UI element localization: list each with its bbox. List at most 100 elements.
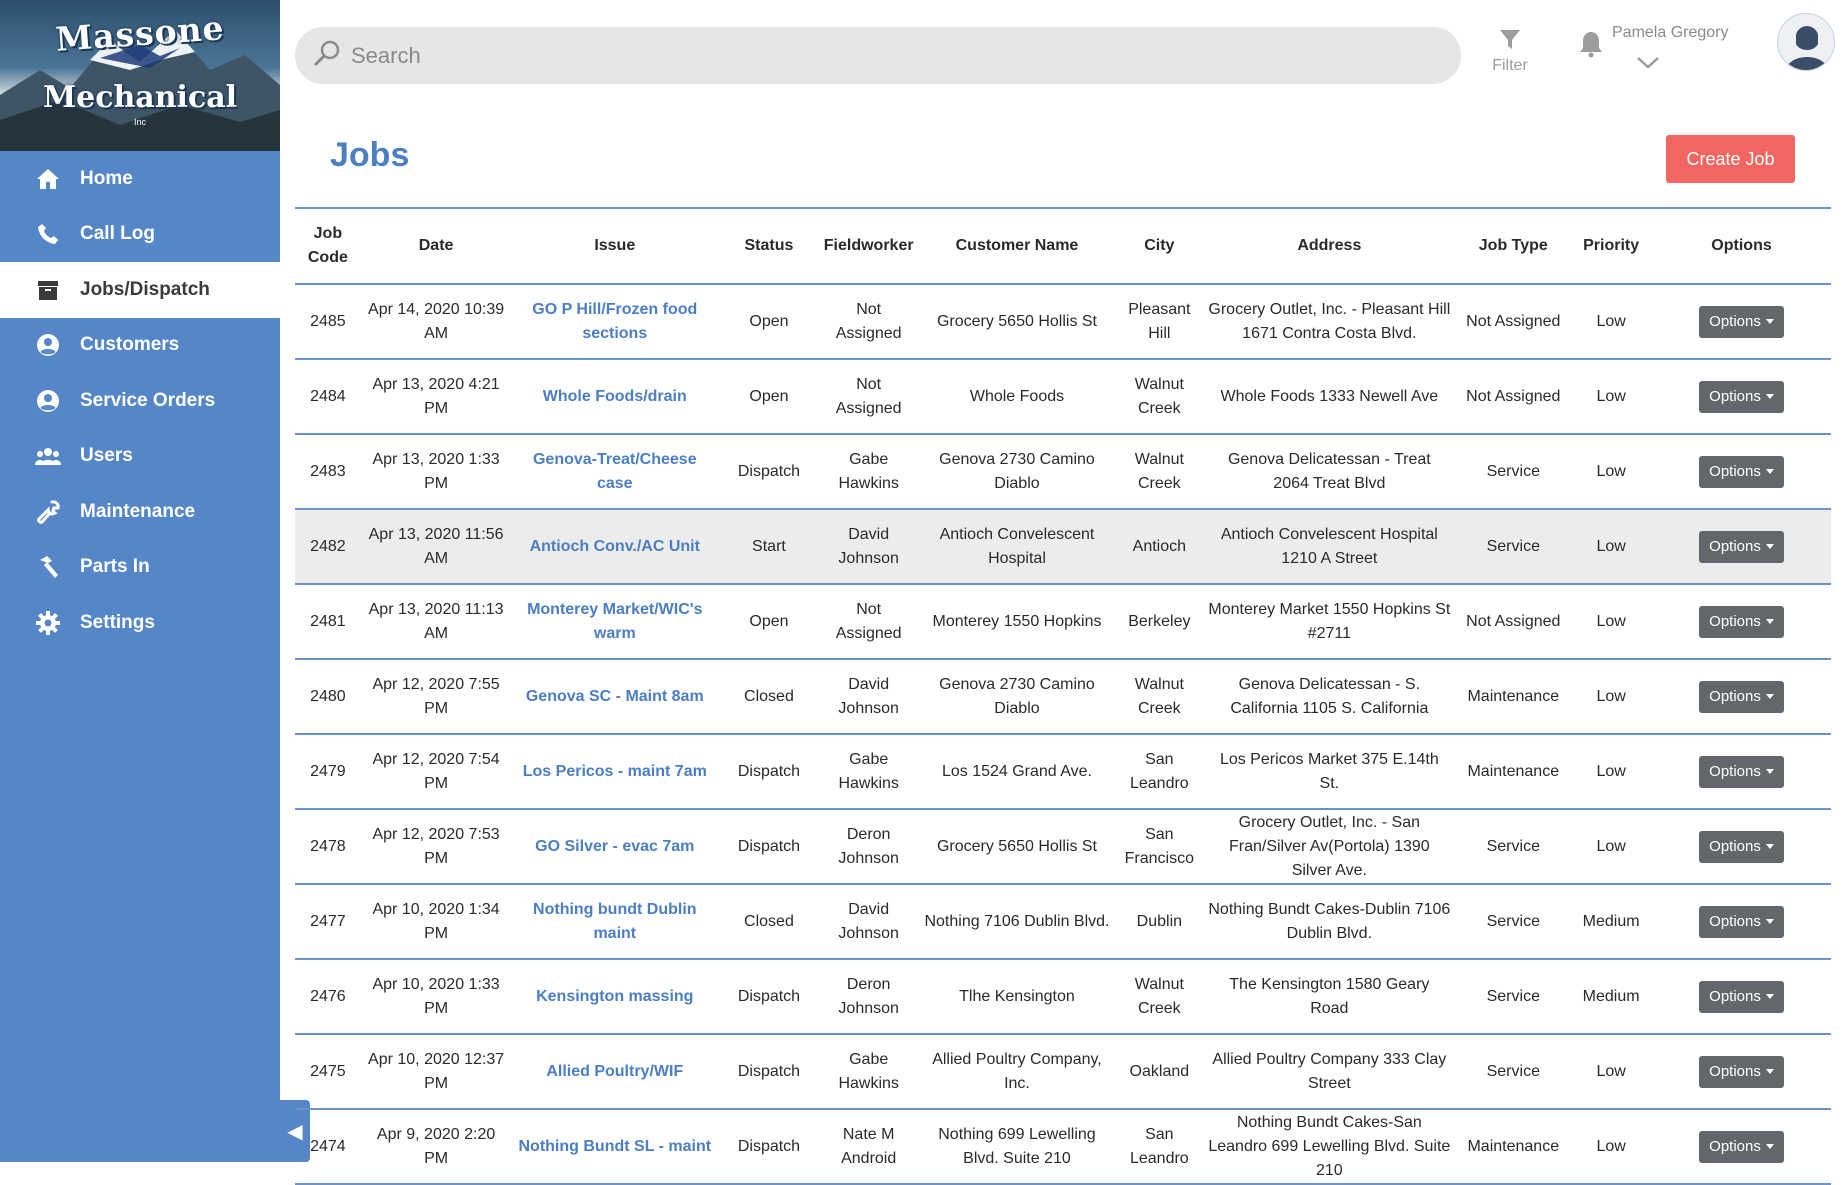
status-cell: Dispatch (718, 1034, 820, 1110)
table-row[interactable]: 2479 Apr 12, 2020 7:54 PM Los Pericos - ma… (295, 734, 1831, 810)
logo-text-main: Mechanical (42, 80, 238, 115)
priority-cell: Low (1570, 1109, 1653, 1185)
column-header-address[interactable]: Address (1202, 208, 1456, 284)
issue-link[interactable]: Kensington massing (511, 959, 719, 1035)
avatar[interactable] (1777, 13, 1835, 71)
options-dropdown-button[interactable]: Options (1699, 380, 1784, 413)
issue-link[interactable]: Genova-Treat/Cheese case (511, 434, 719, 510)
issue-link[interactable]: Nothing bundt Dublin maint (511, 884, 719, 960)
options-dropdown-button[interactable]: Options (1699, 755, 1784, 788)
column-header-priority[interactable]: Priority (1570, 208, 1652, 284)
options-cell: Options (1652, 959, 1831, 1035)
table-row[interactable]: 2478 Apr 12, 2020 7:53 PM GO Silver - evac… (295, 809, 1831, 885)
table-row[interactable]: 2480 Apr 12, 2020 7:55 PM Genova SC - Main… (295, 659, 1831, 735)
address-cell: Antioch Convelescent Hospital 1210 A Str… (1202, 509, 1457, 585)
gear-icon (34, 609, 62, 637)
column-header-date[interactable]: Date (361, 208, 512, 284)
sidebar-item-label: Jobs/Dispatch (80, 278, 210, 300)
options-dropdown-button[interactable]: Options (1699, 905, 1784, 938)
address-cell: The Kensington 1580 Geary Road (1202, 959, 1457, 1035)
filter-button[interactable]: Filter (1487, 28, 1533, 75)
column-header-status[interactable]: Status (718, 208, 820, 284)
table-row[interactable]: 2476 Apr 10, 2020 1:33 PM Kensington massi… (295, 959, 1831, 1035)
options-cell: Options (1652, 659, 1831, 735)
table-row[interactable]: 2477 Apr 10, 2020 1:34 PM Nothing bundt Du… (295, 884, 1831, 960)
customer-name-cell: Tlhe Kensington (917, 959, 1117, 1035)
options-label: Options (1709, 762, 1761, 780)
company-logo[interactable]: Massone Mechanical Inc (0, 0, 280, 151)
sidebar-item-service-orders[interactable]: Service Orders (0, 373, 280, 429)
date-cell: Apr 12, 2020 7:53 PM (360, 809, 512, 885)
table-row[interactable]: 2482 Apr 13, 2020 11:56 AM Antioch Conv./A… (295, 509, 1831, 585)
column-header-job-type[interactable]: Job Type (1456, 208, 1570, 284)
options-dropdown-button[interactable]: Options (1699, 530, 1784, 563)
status-cell: Dispatch (718, 959, 820, 1035)
priority-cell: Low (1570, 584, 1653, 660)
sidebar-item-users[interactable]: Users (0, 429, 280, 485)
fieldworker-cell: David Johnson (819, 884, 918, 960)
issue-link[interactable]: Whole Foods/drain (511, 359, 719, 435)
job-type-cell: Service (1456, 509, 1571, 585)
issue-link[interactable]: Genova SC - Maint 8am (511, 659, 719, 735)
sidebar-item-customers[interactable]: Customers (0, 318, 280, 374)
column-header-fieldworker[interactable]: Fieldworker (820, 208, 918, 284)
search-bar[interactable]: Search (295, 27, 1461, 84)
options-cell: Options (1652, 1034, 1831, 1110)
create-job-button[interactable]: Create Job (1666, 135, 1795, 183)
column-header-job-code[interactable]: Job Code (295, 208, 361, 284)
status-cell: Open (718, 584, 820, 660)
issue-link[interactable]: Nothing Bundt SL - maint (511, 1109, 719, 1185)
sidebar-item-home[interactable]: Home (0, 151, 280, 207)
options-dropdown-button[interactable]: Options (1699, 605, 1784, 638)
issue-link[interactable]: Los Pericos - maint 7am (511, 734, 719, 810)
chevron-down-icon[interactable] (1636, 56, 1660, 75)
fieldworker-cell: David Johnson (819, 659, 918, 735)
options-dropdown-button[interactable]: Options (1699, 305, 1784, 338)
address-cell: Genova Delicatessan - Treat 2064 Treat B… (1202, 434, 1457, 510)
archive-box-icon (34, 276, 62, 304)
column-header-city[interactable]: City (1116, 208, 1202, 284)
issue-link[interactable]: GO P Hill/Frozen food sections (511, 284, 719, 360)
sidebar-item-parts-in[interactable]: Parts In (0, 540, 280, 596)
options-dropdown-button[interactable]: Options (1699, 1055, 1784, 1088)
priority-cell: Low (1570, 434, 1653, 510)
table-row[interactable]: 2474 Apr 9, 2020 2:20 PM Nothing Bundt SL … (295, 1109, 1831, 1185)
bell-icon[interactable] (1578, 30, 1604, 63)
table-row[interactable]: 2475 Apr 10, 2020 12:37 PM Allied Poultry/… (295, 1034, 1831, 1110)
sidebar-item-settings[interactable]: Settings (0, 595, 280, 651)
options-dropdown-button[interactable]: Options (1699, 830, 1784, 863)
column-header-customer-name[interactable]: Customer Name (918, 208, 1117, 284)
job-code-cell: 2480 (295, 659, 361, 735)
address-cell: Genova Delicatessan - S. California 1105… (1202, 659, 1457, 735)
priority-cell: Low (1570, 359, 1653, 435)
issue-link[interactable]: Antioch Conv./AC Unit (511, 509, 719, 585)
options-dropdown-button[interactable]: Options (1699, 680, 1784, 713)
issue-link[interactable]: GO Silver - evac 7am (511, 809, 719, 885)
status-cell: Dispatch (718, 734, 820, 810)
table-row[interactable]: 2485 Apr 14, 2020 10:39 AM GO P Hill/Froze… (295, 284, 1831, 360)
job-code-cell: 2478 (295, 809, 361, 885)
issue-link[interactable]: Allied Poultry/WIF (511, 1034, 719, 1110)
options-dropdown-button[interactable]: Options (1699, 1130, 1784, 1163)
users-group-icon (34, 442, 62, 470)
job-type-cell: Service (1456, 434, 1571, 510)
column-header-issue[interactable]: Issue (511, 208, 718, 284)
sidebar-item-label: Call Log (80, 223, 155, 245)
priority-cell: Low (1570, 734, 1653, 810)
user-name[interactable]: Pamela Gregory (1612, 24, 1729, 42)
jobs-table: Job Code Date Issue Status Fieldworker C… (295, 207, 1831, 1185)
table-row[interactable]: 2481 Apr 13, 2020 11:13 AM Monterey Market… (295, 584, 1831, 660)
status-cell: Dispatch (718, 434, 820, 510)
options-dropdown-button[interactable]: Options (1699, 980, 1784, 1013)
job-type-cell: Service (1456, 959, 1571, 1035)
sidebar-item-maintenance[interactable]: Maintenance (0, 484, 280, 540)
fieldworker-cell: Not Assigned (819, 584, 918, 660)
sidebar-item-call-log[interactable]: Call Log (0, 207, 280, 263)
sidebar-item-jobs-dispatch[interactable]: Jobs/Dispatch (0, 262, 280, 318)
table-row[interactable]: 2484 Apr 13, 2020 4:21 PM Whole Foods/drai… (295, 359, 1831, 435)
options-label: Options (1709, 537, 1761, 555)
issue-link[interactable]: Monterey Market/WIC's warm (511, 584, 719, 660)
search-input[interactable]: Search (351, 43, 421, 69)
table-row[interactable]: 2483 Apr 13, 2020 1:33 PM Genova-Treat/Che… (295, 434, 1831, 510)
options-dropdown-button[interactable]: Options (1699, 455, 1784, 488)
